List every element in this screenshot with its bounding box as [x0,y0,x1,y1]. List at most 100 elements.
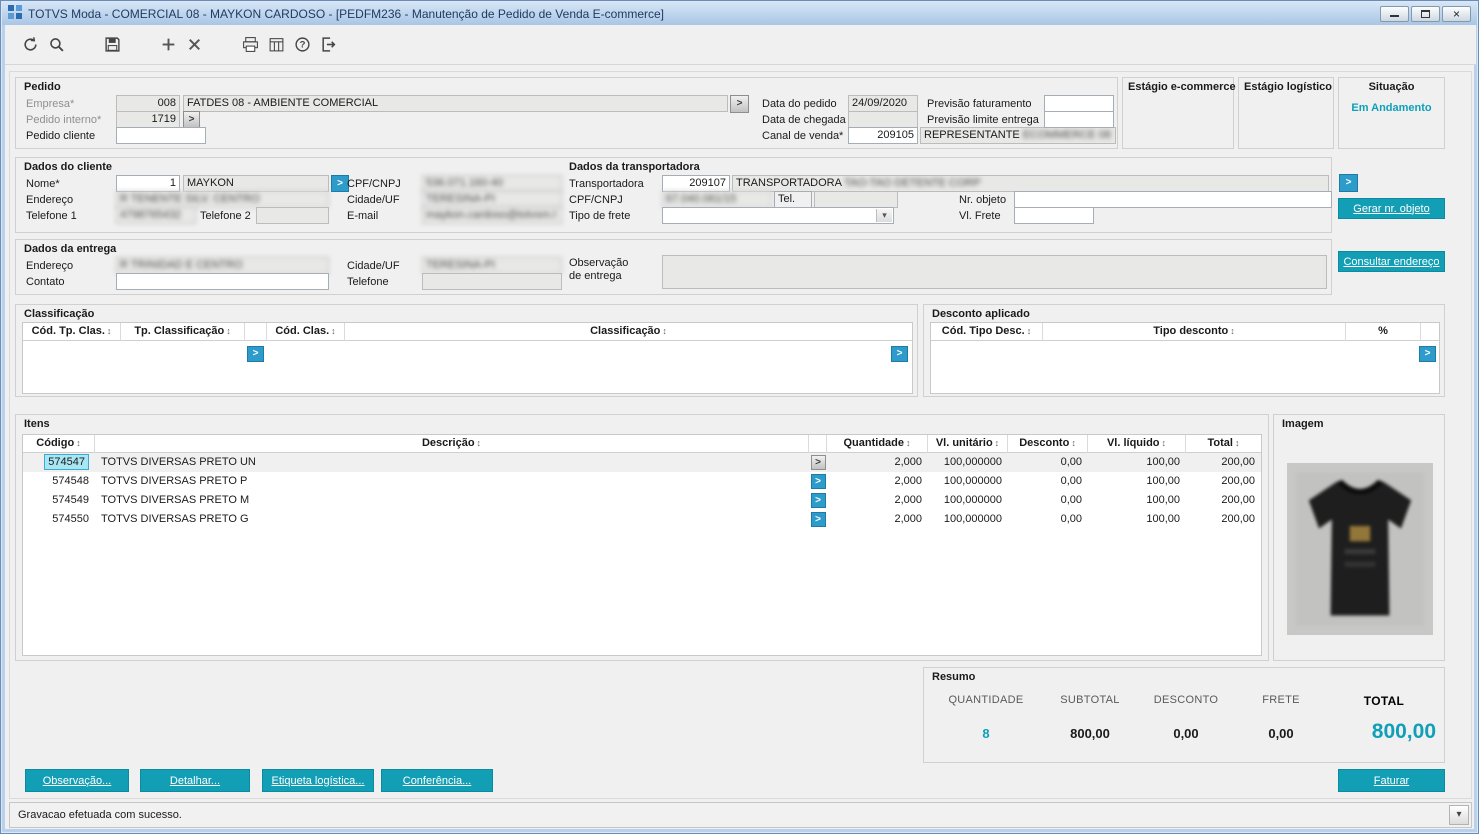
transportadora-tel-field[interactable] [814,191,898,208]
entrega-telefone-field[interactable] [422,273,562,290]
data-pedido-field[interactable]: 24/09/2020 [848,95,918,112]
undo-icon[interactable] [17,32,43,58]
item-detail-button[interactable]: > [810,512,826,527]
previsao-faturamento-field[interactable] [1044,95,1114,112]
canal-venda-code-field[interactable]: 209105 [848,127,918,144]
col-classificacao[interactable]: Classificação ↕ [345,323,912,341]
telefone1-field[interactable]: 4798765432 [116,207,196,224]
pedido-cliente-field[interactable] [116,127,206,144]
entrega-endereco-field[interactable]: R TRINIDAD E CENTRO [116,257,329,274]
schedule-icon[interactable] [263,32,289,58]
table-row[interactable]: 574547 TOTVS DIVERSAS PRETO UN > 2,000 1… [23,453,1261,472]
desconto-lookup-button[interactable]: > [1419,346,1436,362]
print-icon[interactable] [237,32,263,58]
exit-icon[interactable] [315,32,341,58]
status-message: Gravacao efetuada com sucesso. [18,809,182,821]
estagio-logistico-group: Estágio logístico [1238,77,1334,149]
gerar-nr-objeto-button[interactable]: Gerar nr. objeto [1338,198,1445,219]
empresa-code-field[interactable]: 008 [116,95,180,112]
observacao-entrega-field[interactable] [662,255,1327,289]
contato-field[interactable] [116,273,329,290]
cliente-code-field[interactable]: 1 [116,175,180,192]
item-detail-button[interactable]: > [810,493,826,508]
col-total[interactable]: Total ↕ [1186,435,1261,453]
previsao-faturamento-label: Previsão faturamento [927,98,1032,110]
minimize-button[interactable] [1380,5,1409,22]
status-bar: Gravacao efetuada com sucesso. ▾ [9,802,1472,828]
col-cod-tipo-desc[interactable]: Cód. Tipo Desc. ↕ [931,323,1043,341]
empresa-desc-field[interactable]: FATDES 08 - AMBIENTE COMERCIAL [183,95,728,112]
transportadora-cpf-field[interactable]: 67.040.061/15 [662,191,772,208]
vl-frete-field[interactable] [1014,207,1094,224]
transportadora-lookup-button[interactable]: > [1339,174,1358,192]
cliente-endereco-field[interactable]: R TENENTE SILV. CENTRO [116,191,329,208]
observacao-button[interactable]: Observação... [25,769,129,792]
item-total: 200,00 [1221,513,1255,525]
col-tp-classificacao[interactable]: Tp. Classificação ↕ [121,323,245,341]
classificacao-detail-button[interactable]: > [891,346,908,362]
cliente-cpf-field[interactable]: 536.071.160-40 [422,175,562,192]
nr-objeto-field[interactable] [1014,191,1332,208]
pedido-interno-lookup-button[interactable]: > [183,111,200,128]
entrega-group-title: Dados da entrega [24,243,117,255]
transportadora-nome-visible: TRANSPORTADORA [736,177,842,189]
selected-cell[interactable]: 574547 [44,454,89,470]
app-window: TOTVS Moda - COMERCIAL 08 - MAYKON CARDO… [0,0,1479,834]
col-tipo-desconto[interactable]: Tipo desconto ↕ [1043,323,1346,341]
entrega-cidade-field[interactable]: TERESINA-PI [422,257,562,274]
etiqueta-logistica-button[interactable]: Etiqueta logística... [262,769,374,792]
table-row[interactable]: 574548 TOTVS DIVERSAS PRETO P > 2,000 10… [23,472,1261,491]
col-vl-liquido[interactable]: Vl. líquido ↕ [1088,435,1186,453]
titlebar: TOTVS Moda - COMERCIAL 08 - MAYKON CARDO… [2,2,1477,25]
faturar-button[interactable]: Faturar [1338,769,1445,792]
cliente-cidade-field[interactable]: TERESINA-PI [422,191,562,208]
save-icon[interactable] [99,32,125,58]
conferencia-button[interactable]: Conferência... [381,769,493,792]
cliente-nome-field[interactable]: MAYKON [183,175,329,192]
transportadora-nome-field[interactable]: TRANSPORTADORA TAO-TAO DETENTE CORP [732,175,1329,192]
help-icon[interactable]: ? [289,32,315,58]
col-cod-clas[interactable]: Cód. Clas. ↕ [267,323,345,341]
new-record-icon[interactable] [155,32,181,58]
maximize-icon [1421,9,1430,18]
canal-venda-desc-field[interactable]: REPRESENTANTE ECOMMERCE 08 [920,127,1116,144]
col-quantidade[interactable]: Quantidade ↕ [827,435,928,453]
data-chegada-field[interactable] [848,111,918,128]
status-dropdown-button[interactable]: ▾ [1449,805,1469,825]
col-descricao[interactable]: Descrição ↕ [95,435,809,453]
delete-record-icon[interactable] [181,32,207,58]
item-codigo: 574549 [52,494,89,506]
chevron-down-icon[interactable]: ▾ [876,209,892,222]
previsao-limite-field[interactable] [1044,111,1114,128]
empresa-lookup-button[interactable]: > [730,95,749,113]
table-row[interactable]: 574550 TOTVS DIVERSAS PRETO G > 2,000 10… [23,510,1261,529]
transportadora-code-field[interactable]: 209107 [662,175,730,192]
col-codigo[interactable]: Código ↕ [23,435,95,453]
col-percentual[interactable]: % [1346,323,1421,341]
maximize-button[interactable] [1411,5,1440,22]
pedido-interno-field[interactable]: 1719 [116,111,180,128]
tel-label: Tel. [774,191,812,208]
canal-venda-desc-redacted: ECOMMERCE 08 [1022,129,1111,141]
desconto-table: Cód. Tipo Desc. ↕ Tipo desconto ↕ % > [930,322,1440,394]
telefone2-field[interactable] [256,207,329,224]
close-button[interactable]: × [1442,5,1471,22]
chevron-down-icon: ▾ [1456,809,1462,820]
classificacao-lookup-button[interactable]: > [247,346,264,362]
item-vl-unitario: 100,000000 [943,475,1002,487]
itens-table-header: Código ↕ Descrição ↕ Quantidade ↕ Vl. unitá… [23,435,1261,453]
col-vl-unitario[interactable]: Vl. unitário ↕ [928,435,1008,453]
tipo-frete-select[interactable]: ▾ [662,207,894,224]
detalhar-button[interactable]: Detalhar... [140,769,250,792]
sort-icon: ↕ [662,326,667,336]
item-codigo: 574548 [52,475,89,487]
table-row[interactable]: 574549 TOTVS DIVERSAS PRETO M > 2,000 10… [23,491,1261,510]
consultar-endereco-button[interactable]: Consultar endereço [1338,251,1445,272]
item-detail-button[interactable]: > [810,474,826,489]
col-desconto[interactable]: Desconto ↕ [1008,435,1088,453]
col-cod-tp-clas[interactable]: Cód. Tp. Clas. ↕ [23,323,121,341]
search-icon[interactable] [43,32,69,58]
item-desconto: 0,00 [1060,475,1082,487]
email-field[interactable]: maykon.cardoso@totvsm.l [422,207,562,224]
item-detail-button[interactable]: > [810,455,826,470]
